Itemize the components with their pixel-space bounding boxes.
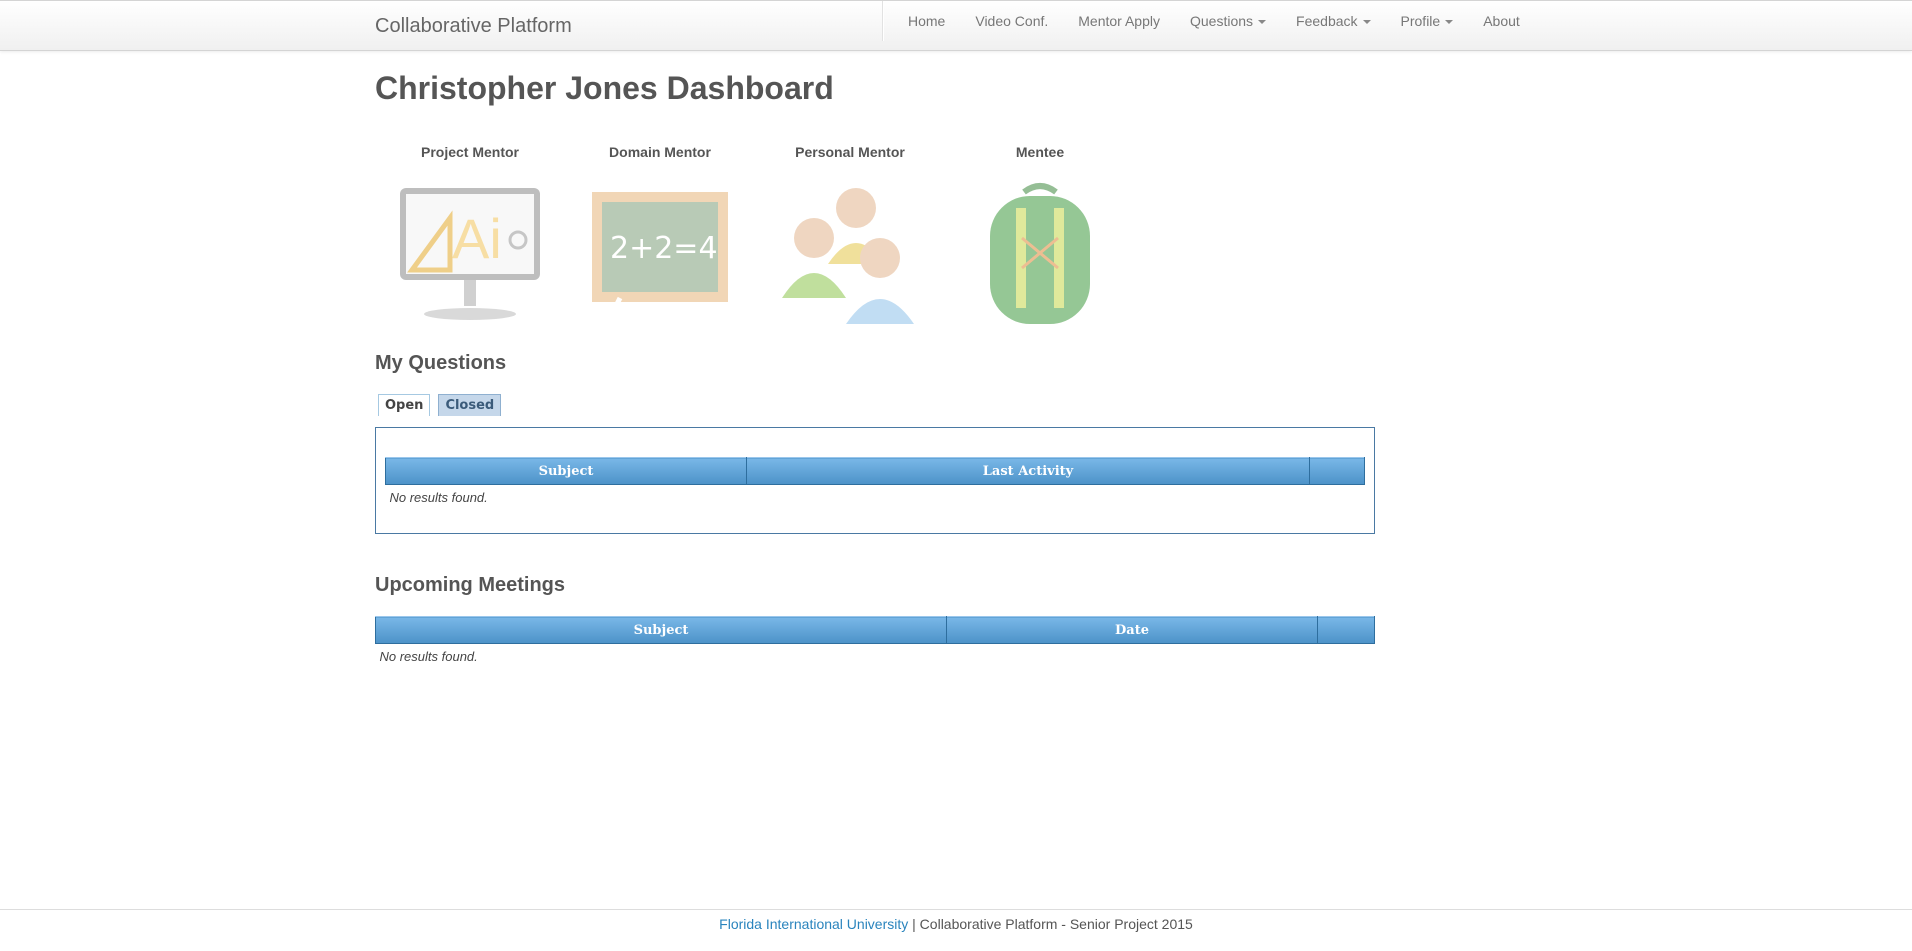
- footer: Florida International University | Colla…: [0, 909, 1912, 951]
- role-label: Project Mentor: [420, 144, 519, 160]
- tab-closed[interactable]: Closed: [438, 394, 502, 416]
- nav-profile-dropdown[interactable]: Profile: [1386, 1, 1469, 41]
- backpack-icon: [990, 183, 1090, 324]
- my-questions-heading: My Questions: [375, 352, 507, 374]
- page-title: Christopher Jones Dashboard: [375, 70, 834, 106]
- nav-questions-dropdown[interactable]: Questions: [1175, 1, 1281, 41]
- role-personal-mentor[interactable]: Personal Mentor: [755, 142, 945, 333]
- svg-text:2+2=4: 2+2=4: [610, 231, 718, 266]
- column-header-subject[interactable]: Subject: [375, 616, 947, 644]
- column-header-actions: [1309, 457, 1365, 485]
- column-header-actions: [1317, 616, 1375, 644]
- footer-university-link[interactable]: Florida International University: [719, 916, 908, 932]
- role-domain-mentor[interactable]: Domain Mentor 2+2=4: [565, 142, 755, 333]
- questions-tab-panel: Subject Last Activity No results found.: [375, 427, 1375, 534]
- role-label: Personal Mentor: [795, 144, 905, 160]
- presentation-board-icon: Ai: [400, 188, 540, 320]
- nav-about[interactable]: About: [1468, 1, 1535, 41]
- role-mentee[interactable]: Mentee: [945, 142, 1135, 333]
- nav-menu: Home Video Conf. Mentor Apply Questions …: [893, 1, 1535, 41]
- column-header-last-activity[interactable]: Last Activity: [746, 457, 1310, 485]
- upcoming-meetings-heading: Upcoming Meetings: [375, 574, 566, 596]
- caret-down-icon: [1445, 20, 1454, 25]
- role-label: Mentee: [1015, 144, 1065, 160]
- nav-feedback-dropdown[interactable]: Feedback: [1281, 1, 1385, 41]
- caret-down-icon: [1258, 20, 1267, 25]
- nav-home[interactable]: Home: [893, 1, 960, 41]
- role-tiles: Project Mentor Ai Domain Mentor 2+2=4 Pe…: [375, 142, 1135, 333]
- chalkboard-icon: 2+2=4: [592, 192, 728, 320]
- empty-message: No results found.: [389, 490, 488, 505]
- svg-text:Ai: Ai: [452, 207, 502, 270]
- empty-row: No results found.: [376, 644, 1375, 670]
- tab-open[interactable]: Open: [378, 394, 431, 416]
- people-group-icon: [782, 188, 914, 324]
- navbar: Collaborative Platform Home Video Conf. …: [0, 0, 1912, 51]
- empty-row: No results found.: [386, 485, 1365, 511]
- role-project-mentor[interactable]: Project Mentor Ai: [375, 142, 565, 333]
- nav-divider: [882, 1, 884, 41]
- questions-table: Subject Last Activity No results found.: [385, 457, 1365, 510]
- nav-mentor-apply[interactable]: Mentor Apply: [1063, 1, 1175, 41]
- questions-tabs: Open Closed: [378, 394, 509, 416]
- role-label: Domain Mentor: [609, 144, 711, 160]
- meetings-table: Subject Date No results found.: [375, 616, 1375, 669]
- column-header-subject[interactable]: Subject: [385, 457, 747, 485]
- column-header-date[interactable]: Date: [946, 616, 1318, 644]
- nav-video-conf[interactable]: Video Conf.: [960, 1, 1063, 41]
- caret-down-icon: [1362, 20, 1371, 25]
- empty-message: No results found.: [379, 649, 478, 664]
- footer-text: | Collaborative Platform - Senior Projec…: [908, 916, 1193, 932]
- brand-link[interactable]: Collaborative Platform: [375, 15, 572, 38]
